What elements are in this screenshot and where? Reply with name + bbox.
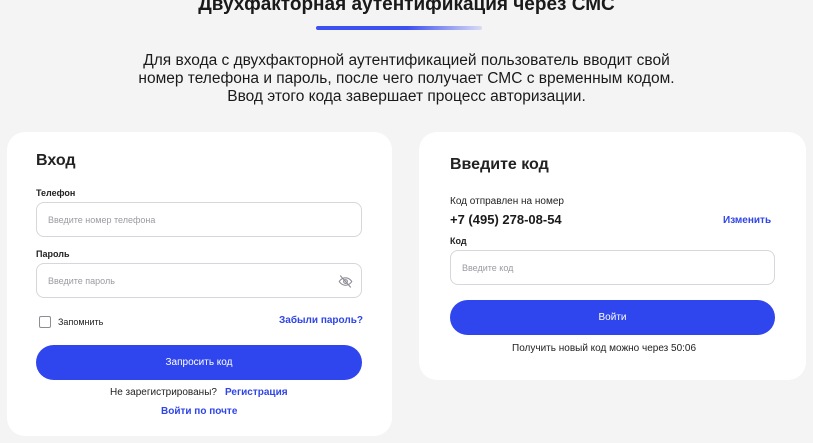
remember-label: Запомнить	[58, 317, 104, 327]
page-title: Двухфакторная аутентификация через СМС	[198, 0, 615, 15]
login-button[interactable]: Войти	[450, 300, 775, 335]
register-link[interactable]: Регистрация	[225, 387, 288, 398]
request-code-button[interactable]: Запросить код	[36, 345, 362, 380]
not-registered-text: Не зарегистрированы?	[110, 387, 217, 398]
change-phone-link[interactable]: Изменить	[723, 215, 771, 226]
resend-timer-text: Получить новый код можно через 50:06	[512, 343, 697, 354]
password-input[interactable]	[48, 275, 361, 286]
description-line: Для входа с двухфакторной аутентификацие…	[143, 52, 670, 69]
phone-number: +7 (495) 278-08-54	[450, 212, 562, 227]
eye-off-icon[interactable]	[338, 274, 353, 289]
description: Для входа с двухфакторной аутентификацие…	[0, 52, 813, 106]
email-login-link[interactable]: Войти по почте	[161, 406, 237, 417]
code-sent-label: Код отправлен на номер	[450, 196, 564, 207]
phone-input[interactable]	[48, 214, 361, 225]
password-label: Пароль	[36, 249, 70, 259]
login-title: Вход	[36, 152, 76, 169]
login-card: Вход Телефон Пароль Запомнить Забыли пар…	[7, 132, 392, 436]
phone-field[interactable]	[36, 202, 362, 237]
description-line: Ввод этого кода завершает процесс автори…	[227, 88, 586, 105]
code-card: Введите код Код отправлен на номер +7 (4…	[419, 132, 806, 380]
title-underline	[316, 26, 482, 30]
code-title: Введите код	[450, 156, 549, 173]
code-label: Код	[450, 236, 467, 246]
description-line: номер телефона и пароль, после чего полу…	[138, 70, 675, 87]
code-field[interactable]	[450, 250, 775, 285]
password-field[interactable]	[36, 263, 362, 298]
code-input[interactable]	[462, 262, 774, 273]
forgot-password-link[interactable]: Забыли пароль?	[279, 315, 363, 326]
phone-label: Телефон	[36, 188, 76, 198]
remember-checkbox[interactable]	[39, 316, 51, 328]
